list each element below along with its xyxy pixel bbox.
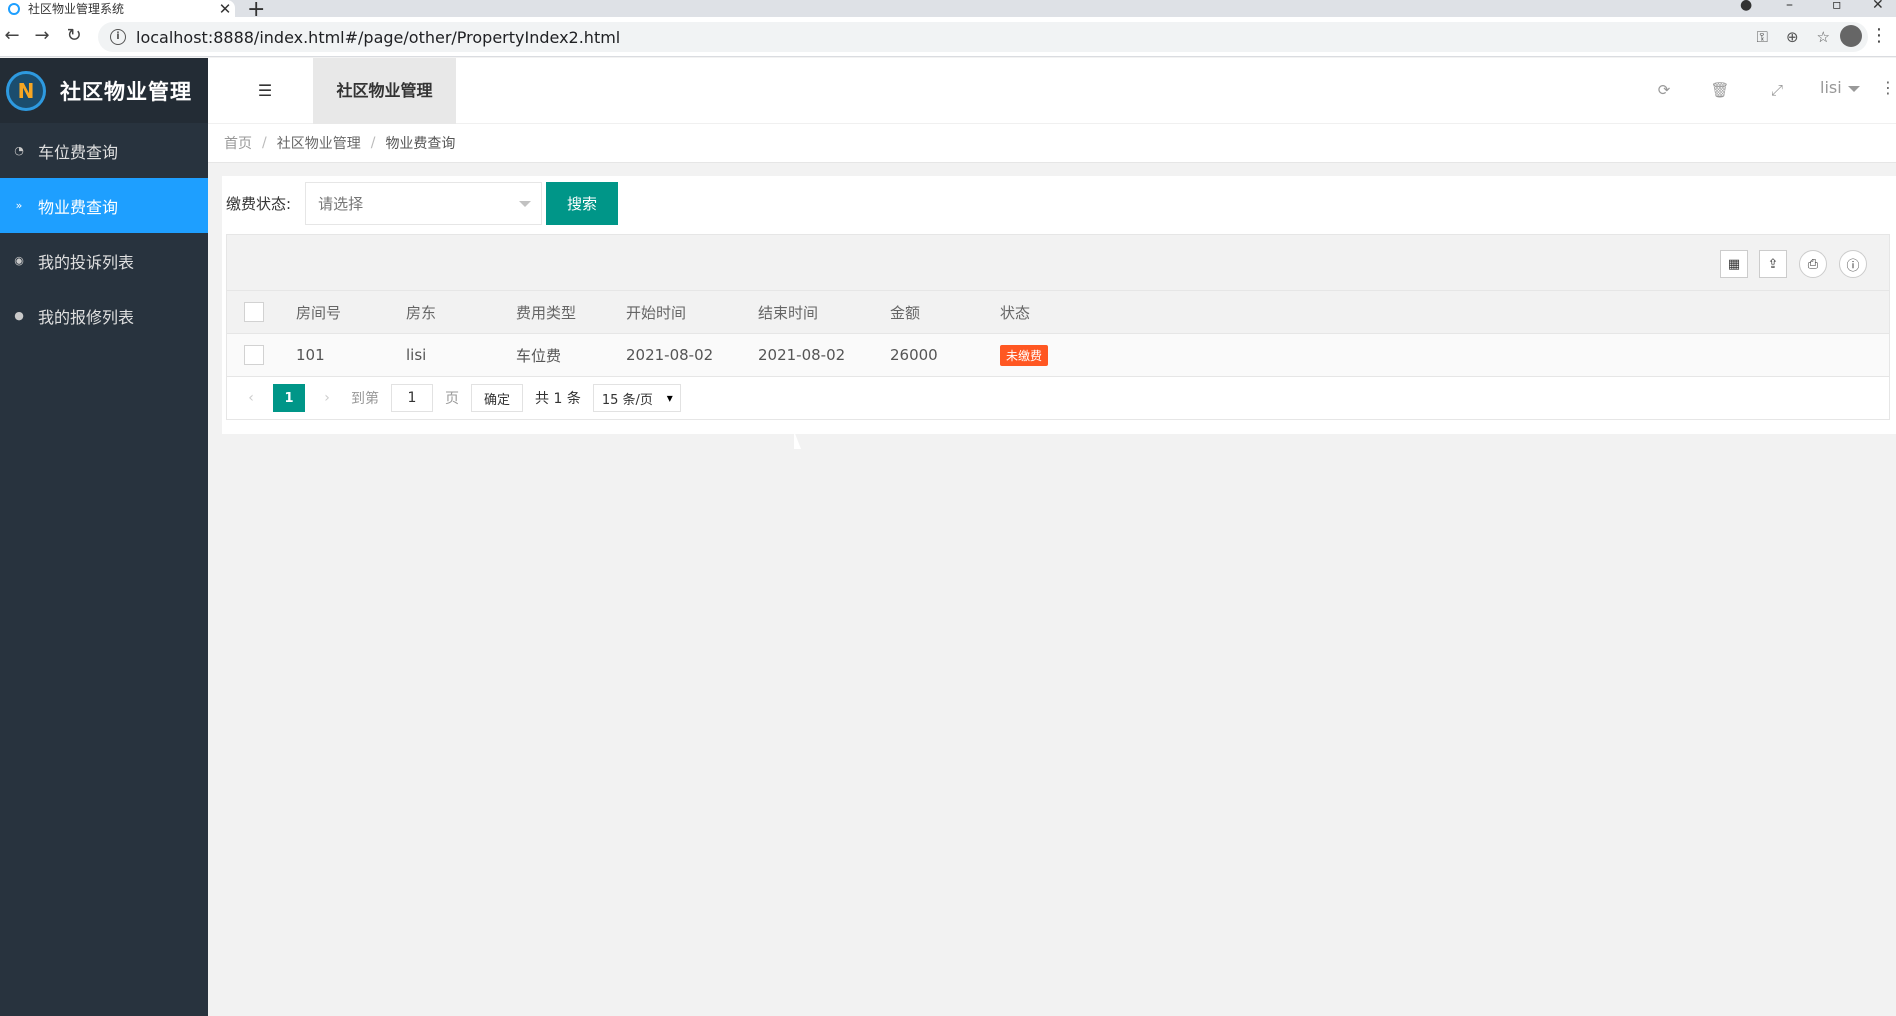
payment-status-select[interactable]: 请选择 — [305, 181, 543, 225]
page-number-current[interactable]: 1 — [273, 384, 305, 412]
columns-filter-icon[interactable]: ▦ — [1720, 250, 1748, 278]
page-unit-label: 页 — [445, 391, 459, 407]
trash-icon[interactable]: 🗑 — [1708, 78, 1732, 102]
select-placeholder: 请选择 — [318, 194, 364, 213]
sidebar-item-property-fee[interactable]: » 物业费查询 — [0, 178, 208, 233]
caret-down-icon — [519, 200, 532, 207]
close-window-icon[interactable]: ✕ — [1872, 0, 1884, 13]
tab-community-management[interactable]: 社区物业管理 — [313, 58, 456, 124]
browser-menu-icon[interactable]: ⋮ — [1870, 25, 1888, 46]
sidebar-item-label: 车位费查询 — [38, 142, 119, 162]
address-bar[interactable]: i localhost:8888/index.html#/page/other/… — [98, 22, 1868, 52]
logo-text: 社区物业管理 — [60, 79, 192, 104]
cell-fee-type: 车位费 — [516, 346, 562, 365]
row-checkbox[interactable] — [244, 345, 264, 365]
page-size-value: 15 条/页 — [601, 392, 653, 408]
data-table: ▦ ⇪ ⎙ ⓘ 房间号 房东 费用类型 开始时间 结束时间 金额 状态 101 … — [226, 234, 1890, 420]
content-card: 缴费状态: 请选择 搜索 ▦ ⇪ ⎙ ⓘ 房间号 房东 费用类型 开始时间 结束… — [222, 176, 1896, 434]
site-favicon-icon — [8, 2, 20, 15]
minimize-icon[interactable]: – — [1786, 0, 1793, 13]
goto-page-input[interactable]: 1 — [391, 384, 433, 412]
refresh-icon[interactable]: ⟳ — [1652, 78, 1676, 102]
sidebar-item-complaints[interactable]: ◉ 我的投诉列表 — [0, 233, 208, 288]
chevron-down-icon: ▾ — [666, 391, 673, 405]
more-options-icon[interactable]: ⋮ — [1880, 78, 1896, 97]
cell-end-date: 2021-08-02 — [758, 346, 846, 364]
sidebar: N 社区物业管理 ◔ 车位费查询 » 物业费查询 ◉ 我的投诉列表 ● 我的报修… — [0, 58, 208, 1016]
print-icon[interactable]: ⎙ — [1799, 250, 1827, 278]
sidebar-item-label: 物业费查询 — [38, 197, 119, 217]
breadcrumb-separator: / — [370, 135, 376, 151]
key-icon[interactable]: ⚿ — [1757, 28, 1768, 46]
next-page-icon[interactable]: › — [315, 390, 339, 406]
app-root: N 社区物业管理 ◔ 车位费查询 » 物业费查询 ◉ 我的投诉列表 ● 我的报修… — [0, 58, 1896, 1016]
topbar: ☰ 社区物业管理 ⟳ 🗑 ⤢ lisi ⋮ — [208, 58, 1896, 124]
forward-icon[interactable]: → — [30, 24, 54, 48]
sidebar-item-label: 我的投诉列表 — [38, 252, 135, 272]
goto-label: 到第 — [351, 391, 379, 407]
breadcrumb-separator: / — [262, 135, 267, 151]
sidebar-item-repairs[interactable]: ● 我的报修列表 — [0, 288, 208, 343]
search-button[interactable]: 搜索 — [546, 181, 619, 225]
cell-start-date: 2021-08-02 — [626, 346, 714, 364]
zoom-icon[interactable]: ⊕ — [1786, 28, 1799, 46]
cell-owner: lisi — [406, 346, 427, 364]
status-badge: 未缴费 — [1000, 344, 1049, 366]
browser-tab-title: 社区物业管理系统 — [28, 2, 125, 16]
search-form: 缴费状态: 请选择 搜索 — [226, 181, 619, 225]
table-header: 房间号 房东 费用类型 开始时间 结束时间 金额 状态 — [227, 291, 1889, 334]
chevrons-down-icon: » — [15, 199, 23, 212]
column-header-owner[interactable]: 房东 — [406, 302, 516, 323]
breadcrumb: 首页 / 社区物业管理 / 物业费查询 — [208, 124, 1896, 163]
fullscreen-icon[interactable]: ⤢ — [1765, 78, 1789, 102]
restore-icon[interactable]: ▫ — [1832, 0, 1842, 13]
logo-icon: N — [6, 70, 46, 111]
browser-tabstrip: 社区物业管理系统 ✕ + ● – ▫ ✕ — [0, 0, 1896, 22]
breadcrumb-current: 物业费查询 — [385, 136, 456, 152]
target-icon: ◉ — [14, 254, 24, 267]
dashboard-icon: ◔ — [14, 144, 24, 157]
user-name: lisi — [1820, 78, 1842, 97]
prev-page-icon[interactable]: ‹ — [239, 390, 263, 406]
sidebar-item-parking-fee[interactable]: ◔ 车位费查询 — [0, 123, 208, 178]
cell-room: 101 — [296, 346, 325, 364]
back-icon[interactable]: ← — [0, 24, 24, 48]
reload-icon[interactable]: ↻ — [62, 24, 86, 48]
column-header-end[interactable]: 结束时间 — [758, 302, 890, 323]
url-text: localhost:8888/index.html#/page/other/Pr… — [136, 27, 621, 47]
column-header-status[interactable]: 状态 — [1000, 302, 1110, 323]
cell-amount: 26000 — [890, 346, 938, 364]
browser-tab[interactable]: 社区物业管理系统 ✕ — [0, 0, 235, 18]
sidebar-item-label: 我的报修列表 — [38, 307, 135, 327]
mouse-cursor-icon — [794, 431, 801, 449]
column-header-fee-type[interactable]: 费用类型 — [516, 302, 626, 323]
table-toolbar: ▦ ⇪ ⎙ ⓘ — [227, 235, 1889, 291]
select-all-checkbox[interactable] — [244, 302, 264, 322]
column-header-amount[interactable]: 金额 — [890, 302, 1000, 323]
logo[interactable]: N 社区物业管理 — [0, 58, 208, 123]
tab-search-icon[interactable]: ● — [1740, 0, 1752, 13]
column-header-room[interactable]: 房间号 — [296, 302, 406, 323]
breadcrumb-section[interactable]: 社区物业管理 — [277, 133, 361, 153]
info-icon[interactable]: ⓘ — [1839, 250, 1867, 278]
site-info-icon[interactable]: i — [110, 29, 126, 45]
menu-toggle-icon[interactable]: ☰ — [254, 80, 276, 102]
goto-confirm-button[interactable]: 确定 — [471, 384, 524, 412]
payment-status-label: 缴费状态: — [226, 194, 292, 213]
pagination: ‹ 1 › 到第 1 页 确定 共 1 条 15 条/页 ▾ — [227, 377, 1889, 419]
export-icon[interactable]: ⇪ — [1759, 250, 1787, 278]
breadcrumb-home[interactable]: 首页 — [224, 133, 252, 153]
bookmark-star-icon[interactable]: ☆ — [1817, 28, 1830, 46]
caret-down-icon — [1847, 85, 1860, 92]
total-count: 共 1 条 — [535, 391, 581, 407]
globe-icon: ● — [14, 309, 24, 322]
close-tab-icon[interactable]: ✕ — [215, 0, 235, 18]
browser-toolbar: ← → ↻ i localhost:8888/index.html#/page/… — [0, 17, 1896, 57]
profile-avatar-icon[interactable] — [1840, 25, 1862, 47]
column-header-start[interactable]: 开始时间 — [626, 302, 758, 323]
table-row[interactable]: 101 lisi 车位费 2021-08-02 2021-08-02 26000… — [227, 334, 1889, 377]
user-menu[interactable]: lisi — [1820, 78, 1860, 97]
page-size-select[interactable]: 15 条/页 ▾ — [592, 384, 681, 412]
